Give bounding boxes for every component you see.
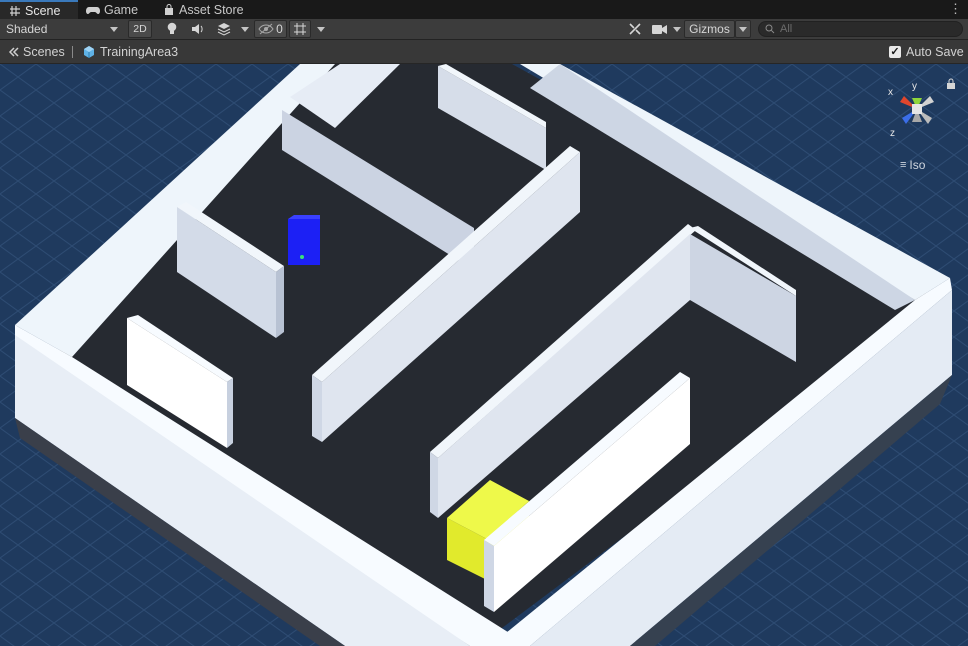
axis-z-label: z xyxy=(890,128,895,139)
grid-dropdown[interactable] xyxy=(314,19,328,39)
breadcrumb-separator xyxy=(72,46,73,58)
chevron-down-icon xyxy=(739,26,747,32)
gizmos-dropdown[interactable] xyxy=(735,20,751,38)
grid-snap-icon xyxy=(294,23,306,35)
auto-save-checkbox[interactable]: ✓ xyxy=(889,46,901,58)
inner-wall-small-end xyxy=(276,266,284,338)
effects-dropdown[interactable] xyxy=(238,19,252,39)
mode-2d-button[interactable]: 2D xyxy=(128,20,152,38)
gamepad-icon xyxy=(86,6,100,14)
tab-game[interactable]: Game xyxy=(86,0,138,19)
current-scene-label: TrainingArea3 xyxy=(100,45,179,59)
inner-wall-right-diagonal-end xyxy=(430,452,438,518)
gizmo-center-cube[interactable] xyxy=(912,104,922,114)
projection-label: Iso xyxy=(909,158,926,172)
scene-viewport[interactable] xyxy=(0,64,968,646)
tab-scene-label: Scene xyxy=(25,3,61,18)
speaker-icon xyxy=(192,24,203,34)
scene-orientation-gizmo[interactable]: x y z xyxy=(886,78,948,140)
auto-save-label: Auto Save xyxy=(906,45,964,59)
tools-icon xyxy=(629,23,641,35)
grid-icon xyxy=(10,5,20,16)
more-options-icon[interactable]: ⋮ xyxy=(949,2,962,16)
agent-cube[interactable] xyxy=(288,219,320,265)
tools-button[interactable] xyxy=(626,19,644,39)
axis-x-label: x xyxy=(888,87,893,98)
current-scene-breadcrumb-item[interactable]: TrainingArea3 xyxy=(82,40,178,64)
inner-wall-front-right-end xyxy=(484,540,494,612)
lighting-toggle-button[interactable] xyxy=(163,19,181,39)
scenes-back-icon xyxy=(8,47,19,57)
axis-y-label: y xyxy=(912,81,917,92)
hierarchy-search-input[interactable]: All xyxy=(758,21,963,37)
effects-toggle-button[interactable] xyxy=(214,19,234,39)
left-block-end xyxy=(227,378,233,448)
chevron-down-icon xyxy=(110,26,118,32)
projection-toggle[interactable]: ≡ Iso xyxy=(900,158,925,172)
editor-tab-bar: Scene Game Asset Store ⋮ xyxy=(0,0,968,19)
shading-mode-value: Shaded xyxy=(6,22,48,36)
hidden-objects-count: 0 xyxy=(276,22,283,36)
hidden-objects-toggle[interactable]: 0 xyxy=(254,20,287,38)
lightbulb-icon xyxy=(167,22,177,34)
inner-wall-diagonal-end xyxy=(312,375,322,442)
unity-cube-icon xyxy=(84,46,94,58)
scenes-breadcrumb-item[interactable]: Scenes xyxy=(7,40,65,64)
auto-save-toggle[interactable]: ✓ Auto Save xyxy=(889,40,964,64)
agent-marker xyxy=(300,255,304,259)
scene-render[interactable] xyxy=(0,64,968,646)
chevron-down-icon xyxy=(317,26,325,32)
tab-asset-store[interactable]: Asset Store xyxy=(163,0,244,19)
scene-breadcrumb: Scenes TrainingArea3 ✓ Auto Save xyxy=(0,40,968,64)
search-placeholder: All xyxy=(780,23,793,35)
camera-dropdown[interactable] xyxy=(670,19,684,39)
audio-toggle-button[interactable] xyxy=(188,19,208,39)
chevron-down-icon xyxy=(673,26,681,32)
menu-lines-icon: ≡ xyxy=(900,159,907,171)
grid-snapping-button[interactable] xyxy=(289,20,311,38)
eye-slash-icon xyxy=(258,23,274,35)
bag-icon xyxy=(165,3,173,15)
tab-game-label: Game xyxy=(104,2,139,17)
chevron-down-icon xyxy=(241,26,249,32)
scenes-label: Scenes xyxy=(23,45,65,59)
camera-icon xyxy=(652,24,667,34)
search-icon xyxy=(765,24,775,34)
tab-asset-store-label: Asset Store xyxy=(179,2,244,17)
shading-mode-dropdown[interactable]: Shaded xyxy=(2,19,122,39)
gizmos-button[interactable]: Gizmos xyxy=(684,20,735,38)
effects-layers-icon xyxy=(217,23,231,36)
tab-scene[interactable]: Scene xyxy=(0,0,78,19)
camera-settings-button[interactable] xyxy=(650,19,670,39)
